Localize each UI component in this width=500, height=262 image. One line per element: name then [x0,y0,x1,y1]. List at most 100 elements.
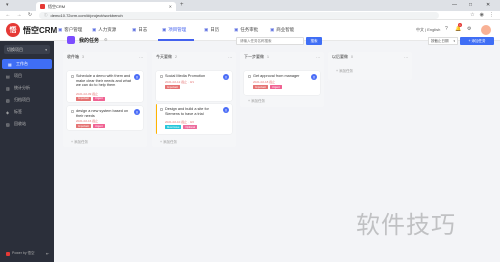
calendar-icon: ▣ [204,27,209,32]
task-checkbox[interactable] [160,75,163,78]
browser-tab-strip: ▾ 悟空CRM ✕ + — □ ✕ [0,0,500,11]
project-switch-select[interactable]: 切换项目 ▾ [4,45,50,54]
sidebar-item-stats[interactable]: ▥ 统计分析 [0,83,54,93]
sidebar-item-trash[interactable]: ▨ 回收站 [0,119,54,129]
window-minimize-icon[interactable]: — [452,2,457,8]
trash-icon: ▨ [6,121,10,127]
due-date: 2021-02-12 截止 · 0/1 [165,80,195,84]
back-icon[interactable]: ← [5,12,11,18]
active-nav-indicator [158,39,194,41]
task-title: Schedule a demo with them and make clear… [76,74,131,88]
task-card[interactable]: Schedule a demo with them and make clear… [67,71,143,102]
sidebar-item-projects[interactable]: ▤ 项目 [0,71,54,81]
search-input[interactable] [236,37,304,45]
window-maximize-icon[interactable]: □ [469,2,472,8]
nav-project[interactable]: ▣ 项目管理 [162,27,186,33]
nav-hr[interactable]: ▣ 人力资源 [92,27,116,33]
nav-bi[interactable]: ▣ 商业智能 [270,27,294,33]
tag-icon: ◈ [6,109,10,115]
tab-close-icon[interactable]: ✕ [169,4,172,9]
column-count: 2 [175,55,177,59]
tab-title: 悟空CRM [48,3,66,9]
due-date: 2021-02-09 截止 [76,92,99,96]
profile-icon[interactable]: ◉ [480,12,484,18]
nav-approval[interactable]: ▣ 任务审批 [234,27,258,33]
assignee-avatar: 王 [311,74,317,80]
add-task-link[interactable]: + 添加任务 [336,69,353,74]
task-checkbox[interactable] [71,110,74,113]
sidebar-item-archive[interactable]: ▧ 归档项目 [0,95,54,105]
tag-important: Important [253,85,268,89]
logo-text: 悟空CRM [23,26,58,35]
tag-important: Important [76,124,91,128]
tag-important: Important [76,96,91,101]
workbench-icon: ▦ [8,61,12,67]
task-title: design a new system based on their needs [76,109,129,118]
language-switch[interactable]: 中文 | English [416,27,440,33]
task-card[interactable]: Social Media Promotion 王 2021-02-12 截止 ·… [156,71,232,101]
more-icon[interactable]: ⋯ [316,55,320,60]
kanban-column-inbox: 收件箱 3 ⋯ Schedule a demo with them and ma… [63,52,147,147]
customer-icon: ▣ [58,27,63,32]
more-icon[interactable]: ⋯ [228,55,232,60]
star-icon[interactable]: ☆ [470,12,474,18]
reload-icon[interactable]: ↻ [27,12,33,18]
task-card[interactable]: Design and build a site for Siemens to h… [156,104,232,134]
new-tab-icon[interactable]: + [180,2,184,8]
hr-icon: ▣ [92,27,97,32]
browser-tab[interactable]: 悟空CRM ✕ [36,2,176,11]
url-field[interactable]: ⓘ demo10.72crm.com/#/project/workbench [39,11,439,19]
add-task-link[interactable]: + 添加任务 [160,140,177,145]
add-task-link[interactable]: + 添加任务 [71,140,88,145]
menu-icon[interactable]: ⋮ [489,12,494,18]
settings-icon[interactable]: ⚙ [467,26,471,32]
window-close-icon[interactable]: ✕ [486,2,490,8]
nav-calendar[interactable]: ▣ 日历 [204,27,219,33]
task-card[interactable]: design a new system based on their needs… [67,106,143,130]
task-title: Social Media Promotion [165,74,206,78]
title-settings-icon[interactable]: ⚙ [104,37,108,42]
brand-icon [6,251,10,256]
more-icon[interactable]: ⋯ [139,55,143,60]
tab-menu-icon[interactable]: ▾ [6,2,9,8]
task-card[interactable]: Get approval from manager 王 2021-02-18 截… [244,71,320,95]
sidebar-item-tags[interactable]: ◈ 标签 [0,107,54,117]
column-count: 1 [267,55,269,59]
task-checkbox[interactable] [248,75,251,78]
url-text: demo10.72crm.com/#/project/workbench [50,12,123,18]
help-icon[interactable]: ? [445,26,448,32]
collapse-sidebar-icon[interactable]: ⇤ [46,251,49,256]
logo-icon: 悟 [6,23,20,37]
add-task-link[interactable]: + 添加任务 [248,99,265,104]
kanban-column-next: 下一步要做 1 ⋯ Get approval from manager 王 20… [240,52,324,107]
more-icon[interactable]: ⋯ [404,55,408,60]
notification-badge: 1 [458,23,462,27]
column-title: 收件箱 [67,54,79,59]
archive-icon: ▧ [6,97,10,103]
column-count: 3 [82,55,84,59]
assignee-avatar: 王 [134,74,140,80]
task-title: Design and build a site for Siemens to h… [165,107,209,116]
stats-icon: ▥ [6,85,10,91]
due-date: 2021-02-10 截止 · 0/2 [165,120,195,124]
add-task-button[interactable]: + 添加任务 [460,37,494,45]
user-avatar[interactable] [481,25,491,35]
task-title: Get approval from manager [253,74,300,78]
sidebar-item-workbench[interactable]: ▦ 工作台 [2,59,52,69]
forward-icon[interactable]: → [16,12,22,18]
tag-important: Important [165,85,180,89]
task-checkbox[interactable] [160,108,163,111]
column-title: 以后要做 [332,54,348,59]
task-checkbox[interactable] [71,75,74,78]
search-button[interactable]: 搜索 [306,37,322,45]
chevron-down-icon: ▾ [45,47,47,52]
column-title: 今天要做 [156,54,172,59]
sort-select[interactable]: 按截止日期 ▾ [428,37,458,45]
assignee-avatar: 王 [223,107,229,113]
nav-customer[interactable]: ▣ 客户管理 [58,27,82,33]
kanban-column-later: 以后要做 0 ⋯ + 添加任务 [328,52,412,80]
due-date: 2021-02-18 截止 [253,80,276,84]
nav-log[interactable]: ▣ 日志 [132,27,147,33]
page-title: 我的任务 [79,38,100,44]
tag-urgent: Urgent [92,96,105,101]
